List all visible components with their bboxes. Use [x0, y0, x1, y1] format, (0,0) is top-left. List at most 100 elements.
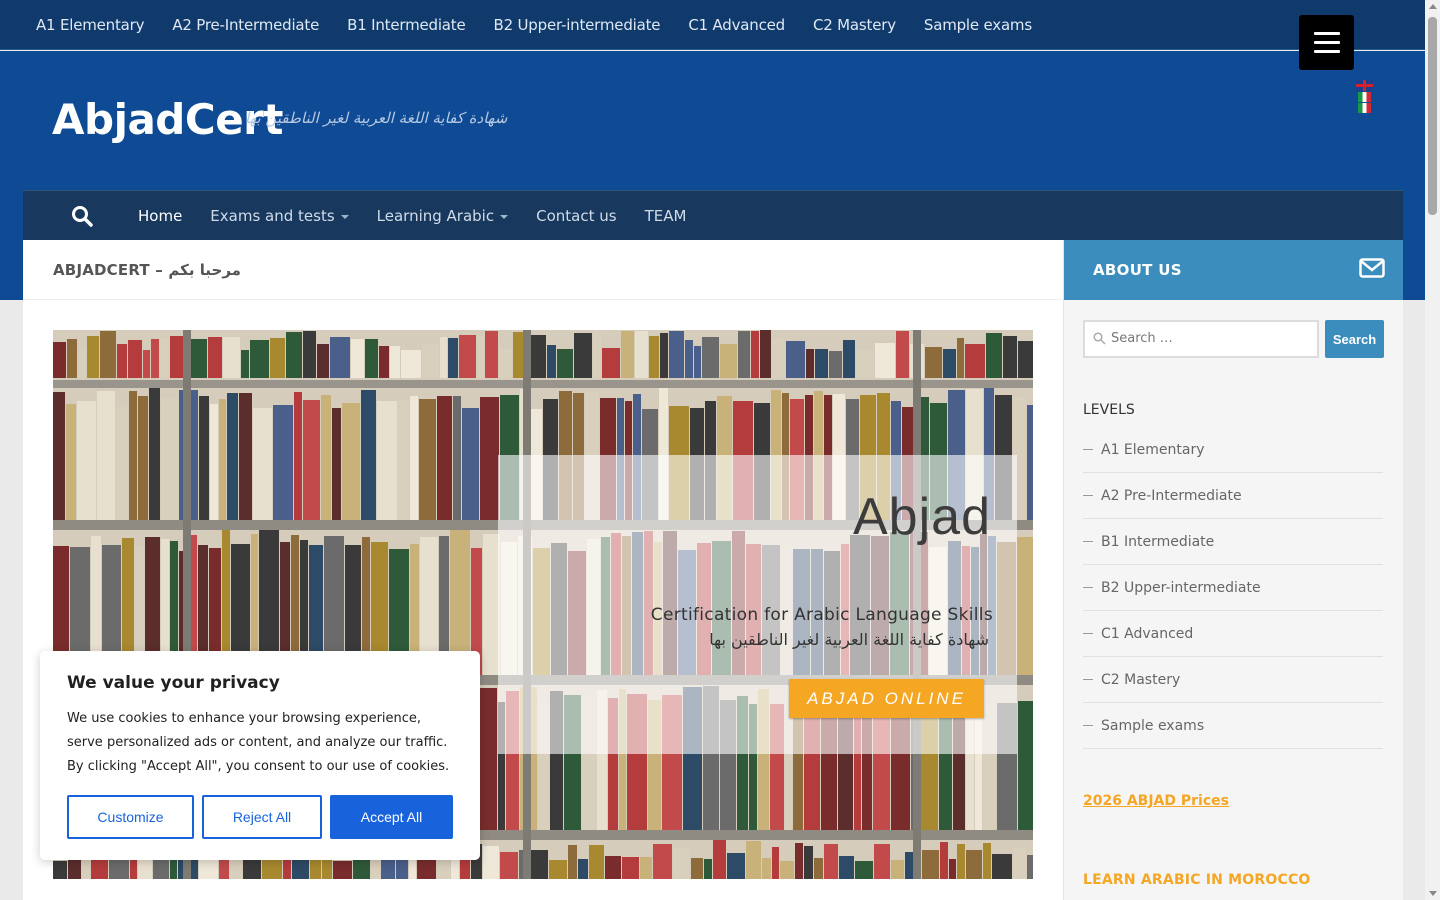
- nav-learning[interactable]: Learning Arabic: [363, 207, 522, 225]
- prices-link[interactable]: 2026 ABJAD Prices: [1083, 793, 1229, 809]
- book-spine: [77, 401, 96, 520]
- scroll-down-arrow-icon[interactable]: [1429, 891, 1437, 896]
- book-spine: [227, 393, 238, 520]
- book-spine: [640, 857, 652, 879]
- nav-team[interactable]: TEAM: [631, 207, 701, 225]
- book-spine: [477, 688, 497, 830]
- book-spine: [417, 857, 436, 879]
- book-spine: [294, 392, 302, 520]
- learn-arabic-heading: LEARN ARABIC IN MOROCCO: [1083, 872, 1311, 888]
- book-spine: [1018, 341, 1033, 378]
- book-spine: [568, 845, 577, 879]
- hamburger-line: [1313, 41, 1340, 44]
- book-spine: [605, 856, 621, 879]
- language-flags: [1356, 80, 1373, 113]
- level-item[interactable]: B2 Upper-intermediate: [1083, 565, 1383, 611]
- topnav-item-c2[interactable]: C2 Mastery: [799, 16, 910, 34]
- book-spine: [208, 337, 222, 378]
- book-spine: [949, 859, 956, 879]
- scroll-thumb[interactable]: [1428, 17, 1437, 215]
- level-item[interactable]: Sample exams: [1083, 703, 1383, 749]
- search-icon[interactable]: [71, 205, 93, 227]
- book-spine: [53, 392, 65, 520]
- dash-icon: [1083, 725, 1093, 726]
- book-spine: [704, 859, 712, 879]
- nav-home[interactable]: Home: [124, 207, 196, 225]
- book-spine: [772, 338, 785, 378]
- page-title: ABJADCERT – مرحبا بكم: [23, 240, 1063, 300]
- level-item[interactable]: C1 Advanced: [1083, 611, 1383, 657]
- book-spine: [422, 344, 439, 378]
- scroll-up-arrow-icon[interactable]: [1429, 4, 1437, 9]
- hero-subtitle-en: Certification for Arabic Language Skills: [650, 605, 993, 625]
- italy-flag-icon-2[interactable]: [1358, 103, 1371, 113]
- uk-flag-icon[interactable]: [1356, 80, 1373, 91]
- book-spine: [986, 333, 1002, 378]
- book-spine: [875, 343, 895, 378]
- book-spine: [824, 844, 838, 879]
- book-spine: [270, 338, 285, 378]
- nav-learning-label: Learning Arabic: [376, 207, 495, 225]
- book-spine: [499, 349, 512, 378]
- book-spine: [856, 350, 874, 378]
- book-spine: [286, 332, 302, 378]
- topnav-item-a2[interactable]: A2 Pre-Intermediate: [158, 16, 333, 34]
- topnav-item-c1[interactable]: C1 Advanced: [674, 16, 799, 34]
- italy-flag-icon[interactable]: [1358, 92, 1371, 102]
- level-item[interactable]: B1 Intermediate: [1083, 519, 1383, 565]
- book-spine: [1003, 336, 1017, 378]
- envelope-icon[interactable]: [1359, 258, 1385, 282]
- book-spine: [53, 861, 67, 879]
- topnav-item-a1[interactable]: A1 Elementary: [22, 16, 158, 34]
- site-tagline: شهادة كفاية اللغة العربية لغير الناطقين …: [245, 109, 508, 127]
- book-spine: [786, 341, 805, 378]
- nav-team-label: TEAM: [644, 207, 687, 225]
- book-spine: [943, 349, 956, 378]
- levels-heading: LEVELS: [1083, 402, 1135, 418]
- page-scrollbar[interactable]: [1425, 0, 1440, 900]
- book-spine: [333, 861, 352, 879]
- customize-button[interactable]: Customize: [67, 795, 194, 839]
- book-spine: [462, 408, 479, 520]
- topnav-item-sample-exams[interactable]: Sample exams: [910, 16, 1046, 34]
- book-spine: [578, 859, 588, 879]
- nav-exams[interactable]: Exams and tests: [196, 207, 362, 225]
- book-spine: [128, 340, 142, 378]
- level-item[interactable]: C2 Mastery: [1083, 657, 1383, 703]
- book-spine: [480, 397, 499, 520]
- nav-contact[interactable]: Contact us: [522, 207, 630, 225]
- search-button[interactable]: Search: [1325, 320, 1384, 358]
- dash-icon: [1083, 587, 1093, 588]
- book-spine: [635, 331, 648, 378]
- book-spine: [983, 843, 991, 879]
- book-spine: [547, 345, 556, 378]
- book-spine: [751, 331, 759, 378]
- level-item[interactable]: A1 Elementary: [1083, 427, 1383, 473]
- book-spine: [738, 331, 750, 378]
- book-spine: [410, 396, 418, 520]
- reject-all-button[interactable]: Reject All: [202, 795, 322, 839]
- hamburger-menu-button[interactable]: [1299, 15, 1354, 70]
- book-spine: [117, 344, 127, 378]
- book-spine: [448, 338, 458, 378]
- book-spine: [1027, 855, 1033, 879]
- book-spine: [460, 860, 470, 879]
- topnav-item-b2[interactable]: B2 Upper-intermediate: [480, 16, 675, 34]
- book-spine: [685, 340, 693, 378]
- about-us-bar[interactable]: ABOUT US: [1064, 240, 1403, 300]
- topnav-item-b1[interactable]: B1 Intermediate: [333, 16, 479, 34]
- book-spine: [381, 859, 395, 879]
- book-spine: [557, 349, 573, 378]
- abjad-online-button[interactable]: ABJAD ONLINE: [789, 679, 984, 718]
- search-input[interactable]: Search …: [1083, 320, 1319, 358]
- book-spine: [78, 349, 86, 378]
- level-item[interactable]: A2 Pre-Intermediate: [1083, 473, 1383, 519]
- book-spine: [891, 860, 904, 879]
- book-spine: [549, 860, 567, 879]
- book-spine: [780, 861, 794, 879]
- book-spine: [925, 347, 942, 378]
- book-spine: [574, 333, 592, 378]
- accept-all-button[interactable]: Accept All: [330, 795, 453, 839]
- book-spine: [129, 391, 137, 520]
- book-spine: [317, 344, 329, 378]
